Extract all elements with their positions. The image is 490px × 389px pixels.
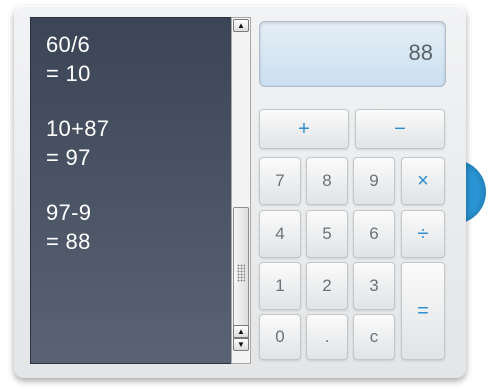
digit-0-button[interactable]: 0: [259, 314, 301, 360]
history-entry[interactable]: 60/6 = 10: [46, 30, 231, 88]
clear-button[interactable]: c: [353, 314, 395, 360]
digit-8-button[interactable]: 8: [306, 157, 348, 205]
history-expression: 97-9: [46, 200, 92, 225]
grip-icon: [237, 264, 245, 282]
history-panel: 60/6 = 10 10+87 = 97 97-9 = 88: [30, 17, 232, 364]
minus-button[interactable]: −: [355, 109, 445, 149]
equals-button[interactable]: =: [401, 262, 445, 360]
digit-9-button[interactable]: 9: [353, 157, 395, 205]
divide-button[interactable]: ÷: [401, 210, 445, 258]
digit-2-button[interactable]: 2: [306, 262, 348, 310]
history-expression: 60/6: [46, 32, 91, 57]
history-entry[interactable]: 97-9 = 88: [46, 198, 231, 256]
scroll-up-button[interactable]: ▲: [233, 19, 249, 32]
scroll-page-up-button[interactable]: ▲: [233, 325, 249, 338]
scroll-thumb[interactable]: [233, 207, 249, 341]
digit-7-button[interactable]: 7: [259, 157, 301, 205]
result-display: 88: [259, 21, 446, 87]
history-scrollbar[interactable]: ▲ ▲ ▼: [231, 17, 251, 364]
digit-5-button[interactable]: 5: [306, 210, 348, 258]
multiply-button[interactable]: ×: [401, 157, 445, 205]
history-result: = 97: [46, 145, 91, 170]
digit-3-button[interactable]: 3: [353, 262, 395, 310]
display-value: 88: [408, 40, 433, 65]
decimal-button[interactable]: .: [306, 314, 348, 360]
history-expression: 10+87: [46, 116, 110, 141]
digit-4-button[interactable]: 4: [259, 210, 301, 258]
scroll-down-button[interactable]: ▼: [233, 338, 249, 351]
history-entry[interactable]: 10+87 = 97: [46, 114, 231, 172]
history-result: = 10: [46, 61, 91, 86]
digit-1-button[interactable]: 1: [259, 262, 301, 310]
plus-button[interactable]: +: [259, 109, 349, 149]
digit-6-button[interactable]: 6: [353, 210, 395, 258]
history-result: = 88: [46, 229, 91, 254]
